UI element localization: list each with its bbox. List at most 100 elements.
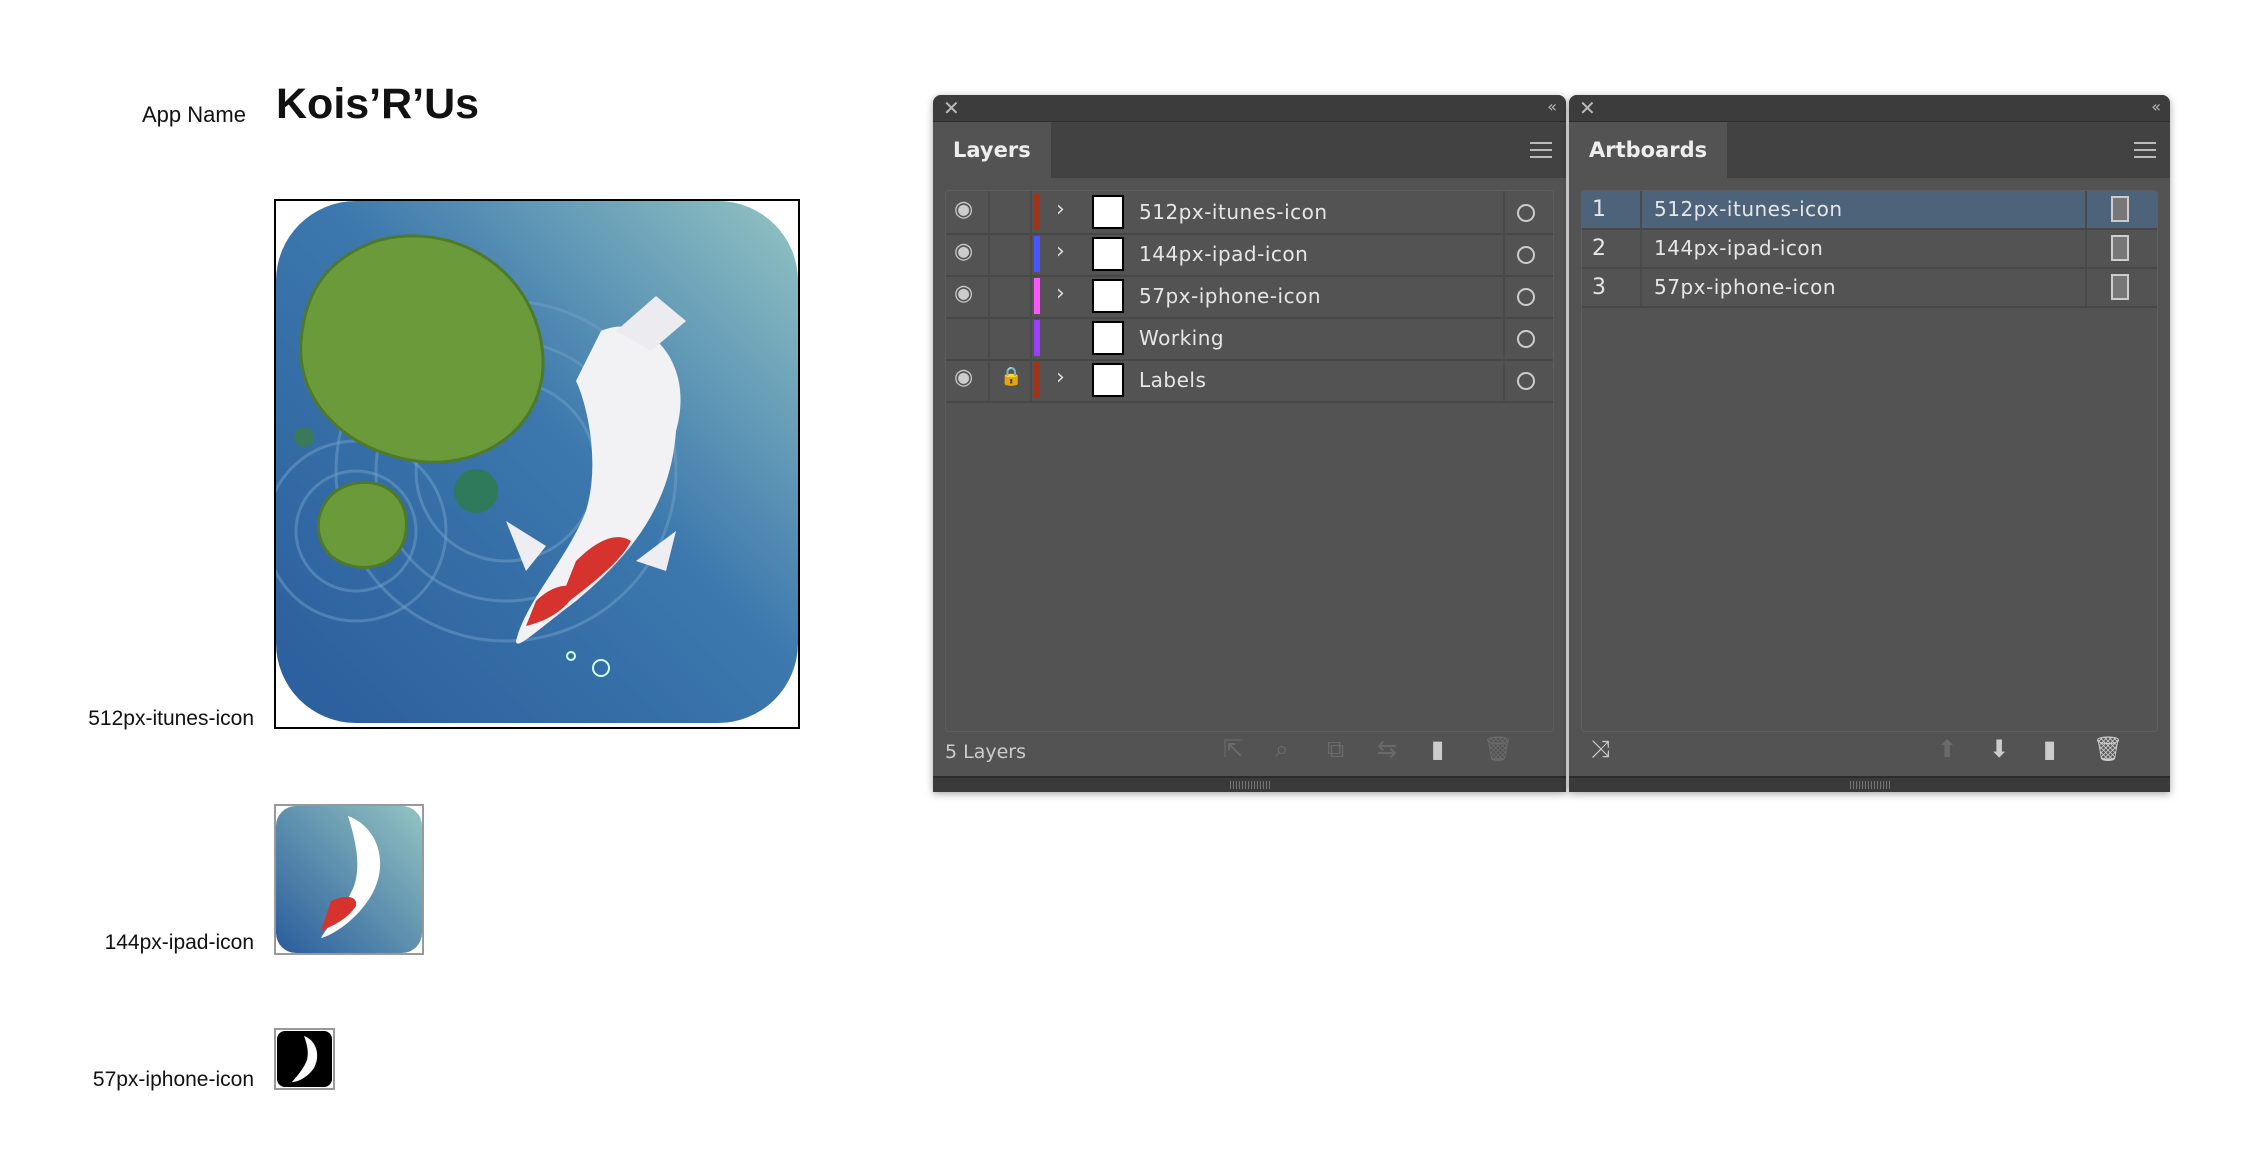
new-artboard-icon[interactable]: ▮ xyxy=(2043,735,2056,763)
target-toggle[interactable] xyxy=(1503,275,1553,317)
artboard-options-button[interactable] xyxy=(2085,230,2157,267)
move-to-layer-icon[interactable]: ⇆ xyxy=(1377,735,1397,763)
close-icon[interactable]: ✕ xyxy=(943,96,960,120)
artboard-name[interactable]: 512px-itunes-icon xyxy=(1654,191,1843,228)
layer-color-swatch xyxy=(1034,194,1040,230)
visibility-toggle[interactable]: ◉ xyxy=(946,359,990,401)
lock-toggle[interactable] xyxy=(990,233,1032,275)
search-icon[interactable]: ⌕ xyxy=(1275,735,1288,763)
artboard-page-icon xyxy=(2111,235,2129,261)
artboard-row[interactable]: 1 512px-itunes-icon xyxy=(1582,191,2157,230)
artboards-panel: ✕ ‹‹ Artboards 1 512px-itunes-icon 2 144px-… xyxy=(1569,95,2170,792)
layer-row[interactable]: ◉ › 144px-ipad-icon xyxy=(946,233,1553,277)
panel-menu-icon[interactable] xyxy=(1530,142,1552,158)
artboard-options-button[interactable] xyxy=(2085,191,2157,228)
layer-color-swatch xyxy=(1034,278,1040,314)
lock-toggle[interactable] xyxy=(990,317,1032,359)
trash-icon[interactable]: 🗑 xyxy=(2093,735,2123,763)
eye-icon: ◉ xyxy=(954,197,974,222)
target-circle-icon xyxy=(1517,288,1535,306)
artboards-panel-titlebar[interactable]: ✕ ‹‹ xyxy=(1569,95,2170,122)
app-name-title: Kois’R’Us xyxy=(276,80,480,128)
artboard-number: 3 xyxy=(1592,275,1607,300)
artboard-number: 1 xyxy=(1592,197,1607,222)
chevron-right-icon[interactable]: › xyxy=(1056,281,1065,306)
chevron-right-icon[interactable]: › xyxy=(1056,197,1065,222)
move-up-icon[interactable]: ⬆ xyxy=(1937,735,1957,763)
target-circle-icon xyxy=(1517,372,1535,390)
artboard-144px-ipad-icon[interactable] xyxy=(274,804,424,955)
visibility-toggle[interactable]: ◉ xyxy=(946,233,990,275)
layers-panel: ✕ ‹‹ Layers ◉ › 512px-itunes-icon ◉ › 144px-i… xyxy=(933,95,1566,792)
target-circle-icon xyxy=(1517,330,1535,348)
resize-handle[interactable] xyxy=(933,776,1566,792)
artboard-name[interactable]: 144px-ipad-icon xyxy=(1654,230,1823,267)
target-circle-icon xyxy=(1517,204,1535,222)
layer-thumbnail xyxy=(1092,321,1124,355)
layer-row[interactable]: ◉ 🔒 › Labels xyxy=(946,359,1553,403)
layer-color-swatch xyxy=(1034,362,1040,398)
close-icon[interactable]: ✕ xyxy=(1579,96,1596,120)
lock-toggle[interactable]: 🔒 xyxy=(990,359,1032,401)
visibility-toggle[interactable]: ◉ xyxy=(946,191,990,233)
layer-thumbnail xyxy=(1092,279,1124,313)
eye-icon: ◉ xyxy=(954,365,974,390)
target-toggle[interactable] xyxy=(1503,359,1553,401)
artboard-label-144: 144px-ipad-icon xyxy=(104,931,254,954)
layers-panel-titlebar[interactable]: ✕ ‹‹ xyxy=(933,95,1566,122)
layer-name[interactable]: 512px-itunes-icon xyxy=(1139,191,1328,233)
new-layer-icon[interactable]: ▮ xyxy=(1431,735,1444,763)
koi-icon-small xyxy=(277,1031,332,1087)
export-icon[interactable]: ⇱ xyxy=(1223,735,1243,763)
target-circle-icon xyxy=(1517,246,1535,264)
layer-name[interactable]: Working xyxy=(1139,317,1224,359)
resize-handle[interactable] xyxy=(1569,776,2170,792)
visibility-toggle[interactable]: ◉ xyxy=(946,275,990,317)
target-toggle[interactable] xyxy=(1503,233,1553,275)
clipping-mask-icon[interactable]: ⧉ xyxy=(1327,735,1344,763)
artboards-list: 1 512px-itunes-icon 2 144px-ipad-icon 3 57px-… xyxy=(1581,190,2158,732)
koi-pond-icon-large xyxy=(264,201,798,723)
eye-icon: ◉ xyxy=(954,239,974,264)
artboard-number: 2 xyxy=(1592,236,1607,261)
target-toggle[interactable] xyxy=(1503,317,1553,359)
eye-icon: ◉ xyxy=(954,281,974,306)
layer-color-swatch xyxy=(1034,236,1040,272)
layer-name[interactable]: 144px-ipad-icon xyxy=(1139,233,1308,275)
lock-toggle[interactable] xyxy=(990,191,1032,233)
target-toggle[interactable] xyxy=(1503,191,1553,233)
artboard-57px-iphone-icon[interactable] xyxy=(274,1028,335,1090)
chevron-right-icon[interactable]: › xyxy=(1056,365,1065,390)
lock-toggle[interactable] xyxy=(990,275,1032,317)
rearrange-icon[interactable]: ⤨ xyxy=(1591,735,1610,763)
visibility-toggle[interactable] xyxy=(946,317,990,359)
artboard-page-icon xyxy=(2111,196,2129,222)
artboard-page-icon xyxy=(2111,274,2129,300)
double-chevron-left-icon[interactable]: ‹‹ xyxy=(2151,97,2161,116)
artboard-512px-itunes-icon[interactable] xyxy=(264,199,800,729)
move-down-icon[interactable]: ⬇ xyxy=(1989,735,2009,763)
layer-name[interactable]: 57px-iphone-icon xyxy=(1139,275,1321,317)
trash-icon[interactable]: 🗑 xyxy=(1483,735,1513,763)
artboard-row[interactable]: 3 57px-iphone-icon xyxy=(1582,269,2157,308)
layer-row[interactable]: ◉ › 512px-itunes-icon xyxy=(946,191,1553,235)
layer-count: 5 Layers xyxy=(945,741,1027,763)
layer-thumbnail xyxy=(1092,195,1124,229)
layer-thumbnail xyxy=(1092,363,1124,397)
layer-row[interactable]: ◉ › 57px-iphone-icon xyxy=(946,275,1553,319)
tab-layers[interactable]: Layers xyxy=(933,122,1051,178)
panel-menu-icon[interactable] xyxy=(2134,142,2156,158)
artboard-name[interactable]: 57px-iphone-icon xyxy=(1654,269,1836,306)
layer-name[interactable]: Labels xyxy=(1139,359,1206,401)
layer-row[interactable]: Working xyxy=(946,317,1553,361)
artboard-options-button[interactable] xyxy=(2085,269,2157,306)
layer-thumbnail xyxy=(1092,237,1124,271)
double-chevron-left-icon[interactable]: ‹‹ xyxy=(1547,97,1557,116)
tab-artboards[interactable]: Artboards xyxy=(1569,122,1728,178)
lock-icon: 🔒 xyxy=(1000,366,1023,387)
artboard-row[interactable]: 2 144px-ipad-icon xyxy=(1582,230,2157,269)
layer-color-swatch xyxy=(1034,320,1040,356)
chevron-right-icon[interactable]: › xyxy=(1056,239,1065,264)
artboard-label-512: 512px-itunes-icon xyxy=(88,707,254,730)
app-name-label: App Name xyxy=(142,102,246,127)
